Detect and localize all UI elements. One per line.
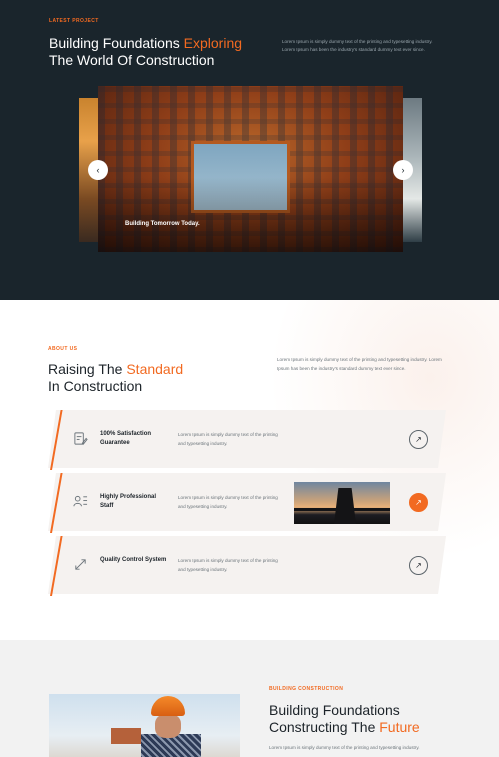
feature-title: 100% Satisfaction Guarantee bbox=[100, 431, 152, 446]
feature-title: Highly Professional Staff bbox=[100, 494, 157, 509]
latest-project-section: LATEST PROJECT Building Foundations Expl… bbox=[0, 0, 499, 300]
feature-arrow-button[interactable]: ↗ bbox=[409, 493, 428, 512]
feature-card-satisfaction[interactable]: 100% Satisfaction Guarantee Lorem Ipsum … bbox=[48, 410, 446, 468]
resize-arrows-icon bbox=[72, 556, 88, 572]
feature-description: Lorem Ipsum is simply dummy text of the … bbox=[178, 495, 278, 509]
steel-frame bbox=[334, 488, 356, 524]
section-eyebrow: ABOUT US bbox=[48, 346, 78, 352]
title-highlight: Standard bbox=[126, 361, 184, 377]
chevron-right-icon: › bbox=[401, 165, 405, 175]
construction-site-image bbox=[294, 482, 390, 524]
feature-card-staff[interactable]: Highly Professional Staff Lorem Ipsum is… bbox=[48, 473, 446, 531]
title-main: Constructing The bbox=[269, 719, 380, 735]
about-section: ABOUT US Raising The Standard In Constru… bbox=[0, 300, 499, 640]
project-slide-image: Building Tomorrow Today. bbox=[98, 86, 403, 252]
chevron-left-icon: ‹ bbox=[96, 165, 100, 175]
section-intro: Lorem Ipsum is simply dummy text of the … bbox=[282, 39, 433, 52]
accent-stripe bbox=[48, 410, 57, 468]
building-construction-section: BUILDING CONSTRUCTION Building Foundatio… bbox=[0, 640, 499, 757]
worker-face bbox=[155, 714, 181, 738]
feature-description: Lorem Ipsum is simply dummy text of the … bbox=[178, 432, 278, 446]
feature-card-quality[interactable]: Quality Control System Lorem Ipsum is si… bbox=[48, 536, 446, 594]
accent-stripe bbox=[48, 536, 57, 594]
bricks bbox=[111, 728, 141, 744]
title-line2: The World Of Construction bbox=[49, 52, 215, 68]
carousel-prev-button[interactable]: ‹ bbox=[88, 160, 108, 180]
feature-arrow-button[interactable]: ↗ bbox=[409, 430, 428, 449]
section-title: Building Foundations Constructing The Fu… bbox=[269, 702, 469, 736]
title-main: Raising The bbox=[48, 361, 127, 377]
arrow-up-right-icon: ↗ bbox=[415, 498, 422, 507]
title-line2: In Construction bbox=[48, 378, 143, 394]
arrow-up-right-icon: ↗ bbox=[415, 435, 422, 444]
section-eyebrow: LATEST PROJECT bbox=[49, 18, 99, 24]
section-title: Raising The Standard In Construction bbox=[48, 361, 248, 395]
title-highlight: Future bbox=[379, 719, 420, 735]
worker-photo bbox=[49, 694, 240, 757]
accent-stripe bbox=[48, 473, 57, 531]
feature-description: Lorem Ipsum is simply dummy text of the … bbox=[178, 558, 278, 572]
arrow-up-right-icon: ↗ bbox=[415, 561, 422, 570]
document-pen-icon bbox=[72, 430, 88, 446]
title-highlight: Exploring bbox=[183, 35, 243, 51]
team-icon bbox=[72, 493, 88, 509]
title-line1: Building Foundations bbox=[269, 702, 400, 718]
slide-caption: Building Tomorrow Today. bbox=[125, 221, 200, 227]
title-main: Building Foundations bbox=[49, 35, 184, 51]
feature-title: Quality Control System bbox=[100, 557, 167, 563]
feature-arrow-button[interactable]: ↗ bbox=[409, 556, 428, 575]
hard-hat bbox=[151, 696, 185, 716]
carousel-next-button[interactable]: › bbox=[393, 160, 413, 180]
section-intro: Lorem Ipsum is simply dummy text of the … bbox=[277, 357, 442, 371]
section-title: Building Foundations Exploring The World… bbox=[49, 35, 289, 69]
section-intro: Lorem Ipsum is simply dummy text of the … bbox=[269, 745, 420, 750]
section-eyebrow: BUILDING CONSTRUCTION bbox=[269, 686, 344, 692]
steel-beam bbox=[294, 508, 390, 511]
